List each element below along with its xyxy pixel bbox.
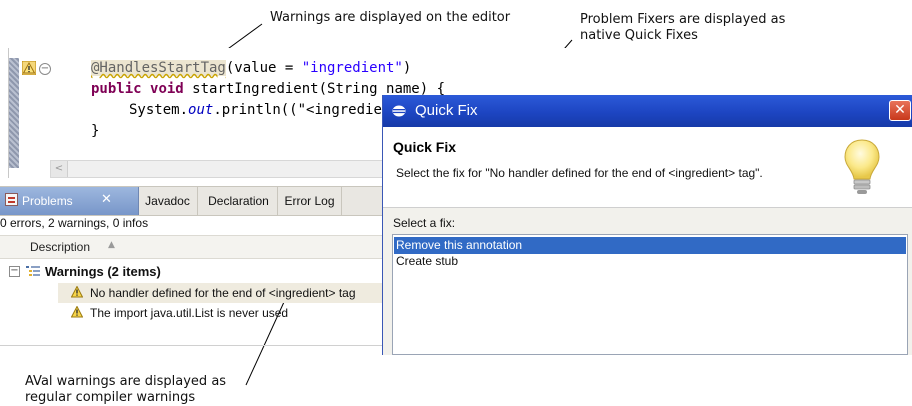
fixers-note-line2: native Quick Fixes [580, 28, 698, 43]
editor-horizontal-scrollbar[interactable]: < [50, 160, 390, 178]
fold-collapse-icon[interactable]: − [39, 63, 51, 75]
sort-ascending-icon: ▲ [108, 240, 115, 250]
dialog-body: Select a fix: Remove this annotation Cre… [383, 208, 912, 355]
eclipse-icon [392, 105, 406, 117]
tab-problems[interactable]: Problems ✕ [0, 187, 139, 215]
tab-javadoc[interactable]: Javadoc [138, 187, 198, 215]
warning-marker-icon[interactable] [22, 61, 36, 75]
annotation-token: @HandlesStartTag [91, 60, 226, 76]
code-line-1: @HandlesStartTag(value = "ingredient") [91, 60, 412, 76]
aval-note-line1: AVal warnings are displayed as [25, 374, 227, 389]
select-fix-label: Select a fix: [393, 216, 456, 230]
panel-divider [0, 345, 384, 346]
code-line-3: System.out.println(("<ingredient [129, 102, 399, 118]
warnings-group-label[interactable]: Warnings (2 items) [45, 264, 161, 279]
code-line-4: } [91, 123, 100, 139]
problem-item-2[interactable]: The import java.util.List is never used [90, 306, 288, 320]
warning-group-icon [26, 266, 40, 276]
fixers-note-line1: Problem Fixers are displayed as [580, 12, 786, 27]
editor-gutter [9, 58, 19, 168]
close-tab-icon[interactable]: ✕ [101, 192, 112, 207]
description-column-header[interactable]: Description ▲ [0, 235, 384, 259]
collapse-group-icon[interactable]: − [9, 266, 20, 277]
dialog-title: Quick Fix [415, 102, 478, 119]
dialog-description: Select the fix for "No handler defined f… [396, 166, 763, 180]
warning-icon [71, 286, 83, 298]
fix-option-create-stub[interactable]: Create stub [396, 254, 458, 268]
problem-item-1[interactable]: No handler defined for the end of <ingre… [90, 286, 356, 300]
view-tab-bar: Problems ✕ Javadoc Declaration Error Log [0, 186, 384, 216]
warning-icon [71, 306, 83, 318]
editor-warnings-note: Warnings are displayed on the editor [270, 10, 511, 25]
dialog-heading: Quick Fix [393, 139, 457, 155]
tab-declaration[interactable]: Declaration [200, 187, 278, 215]
dialog-header-area: Quick Fix Select the fix for "No handler… [383, 127, 912, 208]
fix-list[interactable]: Remove this annotation Create stub [392, 234, 908, 355]
problems-summary: 0 errors, 2 warnings, 0 infos [0, 216, 149, 230]
aval-note-line2: regular compiler warnings [25, 390, 196, 405]
lightbulb-icon [844, 139, 880, 194]
problems-view-icon [5, 193, 18, 206]
quick-fix-dialog: Quick Fix ✕ Quick Fix Select the fix for… [382, 95, 912, 355]
scroll-left-arrow-icon[interactable]: < [51, 161, 68, 177]
dialog-title-bar[interactable]: Quick Fix ✕ [383, 95, 912, 127]
fix-option-remove-annotation[interactable]: Remove this annotation [394, 237, 906, 254]
tab-error-log[interactable]: Error Log [278, 187, 342, 215]
close-dialog-button[interactable]: ✕ [889, 100, 911, 121]
